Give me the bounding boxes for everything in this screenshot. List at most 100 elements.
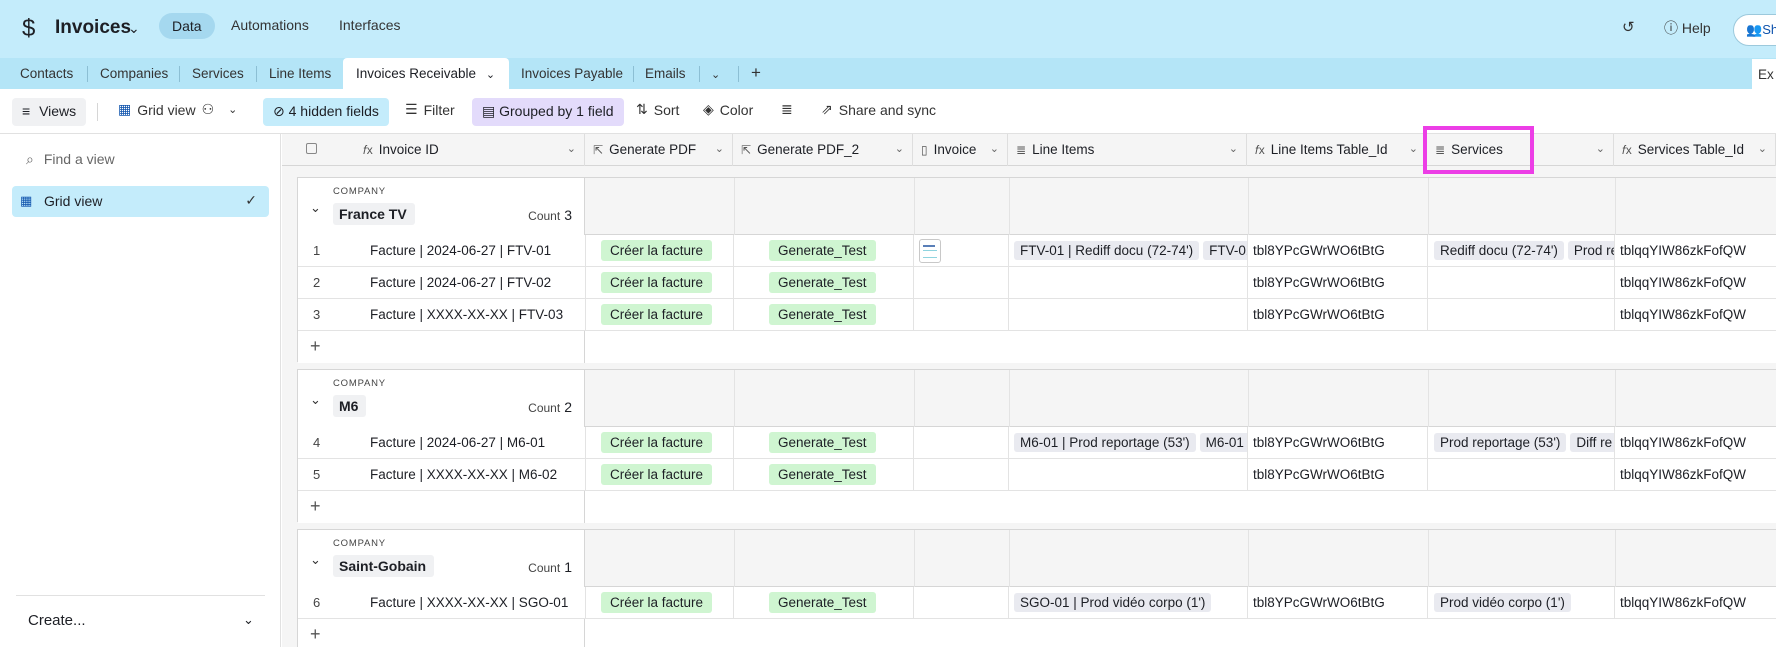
table-row[interactable]: 5 Facture | XXXX-XX-XX | M6-02 Créer la fa… [298,459,1776,491]
add-record-cell[interactable]: + [298,491,585,523]
cell-services[interactable]: Prod reportage (53') Diff re [1428,427,1615,459]
cell-services[interactable] [1428,459,1615,491]
cell-invoice-attachment[interactable] [914,587,1009,619]
cell-generate-pdf-2[interactable]: Generate_Test [734,299,914,331]
extensions-tab[interactable]: Ex [1752,59,1776,90]
share-button[interactable]: 👥Sh [1733,14,1776,46]
table-row[interactable]: 6 Facture | XXXX-XX-XX | SGO-01 Créer la f… [298,587,1776,619]
cell-services[interactable] [1428,299,1615,331]
cell-services-table-id[interactable]: tblqqYIW86zkFofQW [1615,235,1776,267]
row-height-button[interactable]: ≣ [781,101,793,118]
sidebar-view-grid[interactable]: ▦ Grid view ✓ [12,186,269,217]
cell-invoice-id[interactable]: 5 Facture | XXXX-XX-XX | M6-02 [298,459,586,491]
cell-line-items[interactable] [1009,459,1248,491]
base-title[interactable]: Invoices [55,17,131,39]
collapse-chevron-icon[interactable]: ⌄ [310,200,321,216]
add-record-row[interactable]: + [298,619,1776,647]
nav-automations[interactable]: Automations [231,17,309,33]
cell-services[interactable]: Rediff docu (72-74') Prod re [1428,235,1615,267]
tab-line-items[interactable]: Line Items [269,58,331,89]
add-record-cell[interactable]: + [298,619,585,647]
tab-emails[interactable]: Emails [645,58,686,89]
cell-line-items[interactable]: SGO-01 | Prod vidéo corpo (1') [1009,587,1248,619]
select-all-checkbox[interactable] [306,143,317,154]
create-invoice-button[interactable]: Créer la facture [601,272,713,293]
cell-invoice-id[interactable]: 3 Facture | XXXX-XX-XX | FTV-03 [298,299,586,331]
column-header-invoice[interactable]: ▯ Invoice ⌄ [913,134,1008,166]
cell-invoice-attachment[interactable] [914,427,1009,459]
create-invoice-button[interactable]: Créer la facture [601,432,713,453]
tab-contacts[interactable]: Contacts [20,58,73,89]
table-row[interactable]: 1 Facture | 2024-06-27 | FTV-01 Créer la f… [298,235,1776,267]
cell-line-items[interactable] [1009,299,1248,331]
cell-generate-pdf-2[interactable]: Generate_Test [734,459,914,491]
create-view-button[interactable]: Create... [28,612,86,629]
hidden-fields-button[interactable]: ⊘ 4 hidden fields [263,98,389,126]
cell-generate-pdf[interactable]: Créer la facture [586,235,734,267]
invoice-thumbnail[interactable] [919,239,941,263]
chevron-down-icon[interactable]: ⌄ [567,142,576,155]
cell-line-items-table-id[interactable]: tbl8YPcGWrWO6tBtG [1248,267,1428,299]
cell-services-table-id[interactable]: tblqqYIW86zkFofQW [1615,459,1776,491]
cell-generate-pdf-2[interactable]: Generate_Test [734,587,914,619]
cell-invoice-id[interactable]: 6 Facture | XXXX-XX-XX | SGO-01 [298,587,586,619]
cell-invoice-attachment[interactable] [914,299,1009,331]
table-row[interactable]: 2 Facture | 2024-06-27 | FTV-02 Créer la f… [298,267,1776,299]
column-header-invoice-id[interactable]: 𝑓x Invoice ID ⌄ [297,134,585,166]
chevron-down-icon[interactable]: ⌄ [1758,142,1767,155]
add-record-row[interactable]: + [298,491,1776,523]
plus-icon[interactable]: + [310,624,321,645]
linked-record-chip[interactable]: FTV-01 | Rediff docu (72-74') [1014,241,1200,260]
grid-view-switcher[interactable]: ▦ Grid view ⚇ ⌄ [118,101,237,118]
cell-generate-pdf[interactable]: Créer la facture [586,267,734,299]
more-tables-chevron-icon[interactable]: ⌄ [711,58,720,89]
linked-record-chip[interactable]: FTV-01 [1203,241,1247,260]
table-row[interactable]: 4 Facture | 2024-06-27 | M6-01 Créer la fa… [298,427,1776,459]
cell-generate-pdf[interactable]: Créer la facture [586,299,734,331]
cell-services-table-id[interactable]: tblqqYIW86zkFofQW [1615,587,1776,619]
create-invoice-button[interactable]: Créer la facture [601,464,713,485]
linked-record-chip[interactable]: M6-01 | Prod reportage (53') [1014,433,1196,452]
collapse-chevron-icon[interactable]: ⌄ [310,552,321,568]
linked-record-chip[interactable]: M6-01 [1199,433,1247,452]
cell-generate-pdf[interactable]: Créer la facture [586,427,734,459]
cell-line-items-table-id[interactable]: tbl8YPcGWrWO6tBtG [1248,459,1428,491]
cell-invoice-attachment[interactable] [914,267,1009,299]
find-view-input[interactable]: ⌕ Find a view [26,151,115,168]
chevron-down-icon[interactable]: ⌄ [128,20,140,37]
cell-generate-pdf-2[interactable]: Generate_Test [734,267,914,299]
collapse-chevron-icon[interactable]: ⌄ [310,392,321,408]
chevron-down-icon[interactable]: ⌄ [990,142,999,155]
group-header[interactable]: ⌄ COMPANY France TV Count 3 [298,178,1776,235]
create-invoice-button[interactable]: Créer la facture [601,304,713,325]
cell-invoice-id[interactable]: 2 Facture | 2024-06-27 | FTV-02 [298,267,586,299]
generate-test-button[interactable]: Generate_Test [769,272,876,293]
add-record-cell[interactable]: + [298,331,585,363]
table-row[interactable]: 3 Facture | XXXX-XX-XX | FTV-03 Créer la f… [298,299,1776,331]
cell-services[interactable]: Prod vidéo corpo (1') [1428,587,1615,619]
create-invoice-button[interactable]: Créer la facture [601,240,713,261]
cell-line-items-table-id[interactable]: tbl8YPcGWrWO6tBtG [1248,427,1428,459]
add-table-icon[interactable]: + [751,58,761,89]
column-header-line-items[interactable]: ≣ Line Items ⌄ [1008,134,1247,166]
cell-services-table-id[interactable]: tblqqYIW86zkFofQW [1615,427,1776,459]
tab-invoices-payable[interactable]: Invoices Payable [521,58,623,89]
generate-test-button[interactable]: Generate_Test [769,432,876,453]
sort-button[interactable]: ⇅ Sort [636,101,679,118]
history-icon[interactable]: ↺ [1622,18,1635,36]
generate-test-button[interactable]: Generate_Test [769,592,876,613]
column-header-line-items-table-id[interactable]: 𝑓x Line Items Table_Id ⌄ [1247,134,1427,166]
cell-generate-pdf[interactable]: Créer la facture [586,459,734,491]
create-invoice-button[interactable]: Créer la facture [601,592,713,613]
chevron-down-icon[interactable]: ⌄ [1229,142,1238,155]
generate-test-button[interactable]: Generate_Test [769,304,876,325]
nav-data[interactable]: Data [159,13,215,39]
help-button[interactable]: ⓘ Help [1664,18,1711,38]
group-header[interactable]: ⌄ COMPANY M6 Count 2 [298,370,1776,427]
cell-invoice-attachment[interactable] [914,235,1009,267]
cell-generate-pdf-2[interactable]: Generate_Test [734,235,914,267]
cell-invoice-id[interactable]: 4 Facture | 2024-06-27 | M6-01 [298,427,586,459]
chevron-down-icon[interactable]: ⌄ [243,612,254,628]
cell-invoice-id[interactable]: 1 Facture | 2024-06-27 | FTV-01 [298,235,586,267]
cell-services-table-id[interactable]: tblqqYIW86zkFofQW [1615,299,1776,331]
